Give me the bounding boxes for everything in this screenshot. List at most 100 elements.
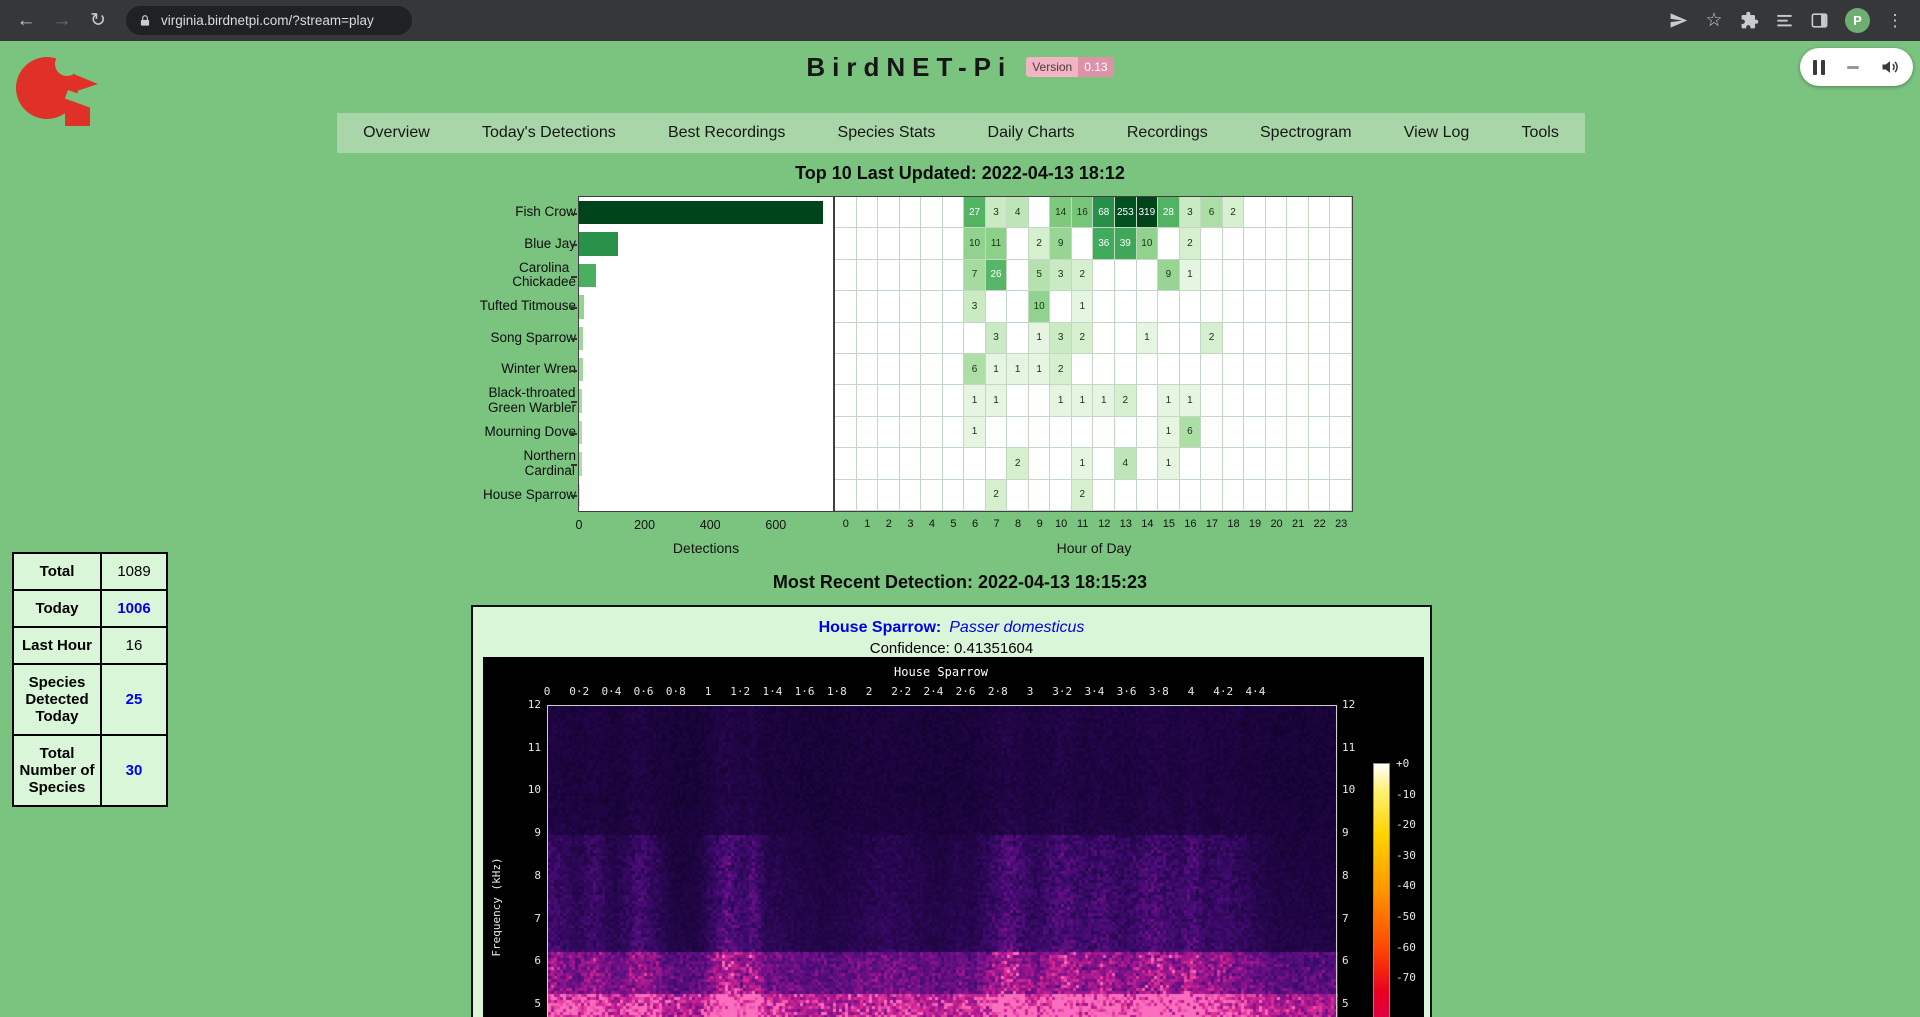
hour-axis-tick: 1 — [864, 518, 870, 530]
heatmap-cell — [1309, 197, 1331, 228]
pause-button[interactable] — [1813, 60, 1825, 75]
heatmap-cell — [1244, 291, 1266, 322]
spectrogram-time-tick: 0·6 — [634, 685, 654, 698]
summary-value[interactable]: 1006 — [101, 590, 167, 627]
profile-avatar[interactable]: P — [1845, 8, 1870, 33]
heatmap-cell — [943, 417, 965, 448]
mute-button[interactable] — [1880, 57, 1900, 77]
heatmap-cell: 27 — [964, 197, 986, 228]
spectrogram-freq-tick-right: 8 — [1342, 869, 1349, 882]
nav-item-species-stats[interactable]: Species Stats — [838, 124, 936, 142]
heatmap-cell: 1 — [1137, 323, 1159, 354]
audio-player[interactable] — [1800, 48, 1913, 86]
species-axis-tick — [571, 276, 577, 278]
heatmap-cell: 36 — [1093, 228, 1115, 259]
spectrogram: House Sparrow Frequency (kHz) 00·20·40·6… — [483, 657, 1424, 1017]
heatmap-cell — [835, 417, 857, 448]
summary-label: Total Number of Species — [13, 735, 101, 806]
hour-axis-tick: 16 — [1184, 518, 1196, 530]
heatmap-cell — [1115, 480, 1137, 511]
heatmap-cell: 3 — [1050, 323, 1072, 354]
heatmap-cell: 1 — [1158, 385, 1180, 416]
heatmap-cell: 2 — [1180, 228, 1202, 259]
heatmap-cell — [1244, 197, 1266, 228]
heatmap-cell — [1309, 323, 1331, 354]
summary-row: Total Number of Species30 — [13, 735, 167, 806]
heatmap-cell — [878, 260, 900, 291]
spectrogram-freq-tick-left: 11 — [483, 741, 541, 754]
send-icon[interactable] — [1669, 11, 1688, 30]
address-bar[interactable]: virginia.birdnetpi.com/?stream=play — [126, 6, 412, 35]
spectrogram-freq-tick-right: 6 — [1342, 954, 1349, 967]
species-axis-tick — [571, 495, 577, 497]
nav-item-spectrogram[interactable]: Spectrogram — [1260, 124, 1352, 142]
heatmap-cell — [1287, 385, 1309, 416]
nav-item-view-log[interactable]: View Log — [1404, 124, 1470, 142]
heatmap-cell — [1007, 291, 1029, 322]
player-timeline[interactable] — [1847, 66, 1859, 69]
heatmap-cell: 11 — [986, 228, 1008, 259]
heatmap-cell — [1158, 354, 1180, 385]
spectrogram-time-tick: 2·6 — [956, 685, 976, 698]
nav-item-recordings[interactable]: Recordings — [1127, 124, 1208, 142]
heatmap-cell — [1115, 417, 1137, 448]
side-panel-icon[interactable] — [1810, 11, 1829, 30]
heatmap-cell: 2 — [1007, 448, 1029, 479]
species-link[interactable]: House Sparrow: — [819, 619, 942, 636]
version-badge: Version 0.13 — [1026, 57, 1113, 77]
nav-item-best-recordings[interactable]: Best Recordings — [668, 124, 785, 142]
hour-axis-tick: 19 — [1249, 518, 1261, 530]
heatmap-cell — [943, 480, 965, 511]
heatmap-cell — [921, 197, 943, 228]
heatmap-cell: 3 — [1050, 260, 1072, 291]
nav-item-overview[interactable]: Overview — [363, 124, 430, 142]
summary-value[interactable]: 25 — [101, 664, 167, 735]
heatmap-cell: 2 — [1072, 480, 1094, 511]
heatmap-cell — [900, 291, 922, 322]
nav-item-tools[interactable]: Tools — [1522, 124, 1559, 142]
spectrogram-freq-tick-left: 6 — [483, 954, 541, 967]
hour-axis-tick: 4 — [929, 518, 935, 530]
scientific-name-link[interactable]: Passer domesticus — [949, 619, 1084, 636]
detections-bar-northern-cardinal — [579, 452, 582, 475]
forward-button[interactable]: → — [46, 5, 78, 37]
heatmap-cell — [878, 417, 900, 448]
heatmap-cell — [1330, 417, 1352, 448]
browser-menu-icon[interactable]: ⋮ — [1886, 5, 1904, 37]
bookmark-star-icon[interactable]: ☆ — [1704, 5, 1724, 37]
heatmap-cell — [1266, 260, 1288, 291]
reload-button[interactable]: ↻ — [82, 5, 114, 37]
version-badge-value: 0.13 — [1078, 57, 1113, 77]
nav-item-today-s-detections[interactable]: Today's Detections — [482, 124, 616, 142]
heatmap-cell — [1180, 354, 1202, 385]
heatmap-cell — [857, 323, 879, 354]
heatmap-cell — [1287, 448, 1309, 479]
site-info-lock-icon[interactable] — [138, 14, 152, 28]
heatmap-cell — [1287, 197, 1309, 228]
heatmap-cell — [878, 323, 900, 354]
heatmap-cell — [943, 228, 965, 259]
spectrogram-freq-tick-right: 7 — [1342, 912, 1349, 925]
reading-list-icon[interactable] — [1775, 11, 1794, 30]
summary-value[interactable]: 30 — [101, 735, 167, 806]
hour-axis-tick: 10 — [1055, 518, 1067, 530]
detections-bar-blue-jay — [579, 232, 618, 255]
back-button[interactable]: ← — [10, 5, 42, 37]
species-label-fish-crow: Fish Crow — [386, 197, 576, 228]
heatmap-cell — [964, 480, 986, 511]
species-axis-tick — [571, 244, 577, 246]
heatmap-cell — [943, 354, 965, 385]
spectrogram-freq-tick-left: 5 — [483, 997, 541, 1010]
heatmap-cell: 3 — [1180, 197, 1202, 228]
heatmap-cell — [900, 228, 922, 259]
heatmap-cell — [1029, 480, 1051, 511]
heatmap-cell: 1 — [964, 385, 986, 416]
spectrogram-freq-tick-left: 9 — [483, 826, 541, 839]
heatmap-cell — [1201, 291, 1223, 322]
heatmap-cell — [857, 197, 879, 228]
extensions-icon[interactable] — [1740, 11, 1759, 30]
nav-item-daily-charts[interactable]: Daily Charts — [988, 124, 1075, 142]
summary-value: 16 — [101, 627, 167, 664]
heatmap-cell: 2 — [1201, 323, 1223, 354]
heatmap-cell — [1244, 417, 1266, 448]
